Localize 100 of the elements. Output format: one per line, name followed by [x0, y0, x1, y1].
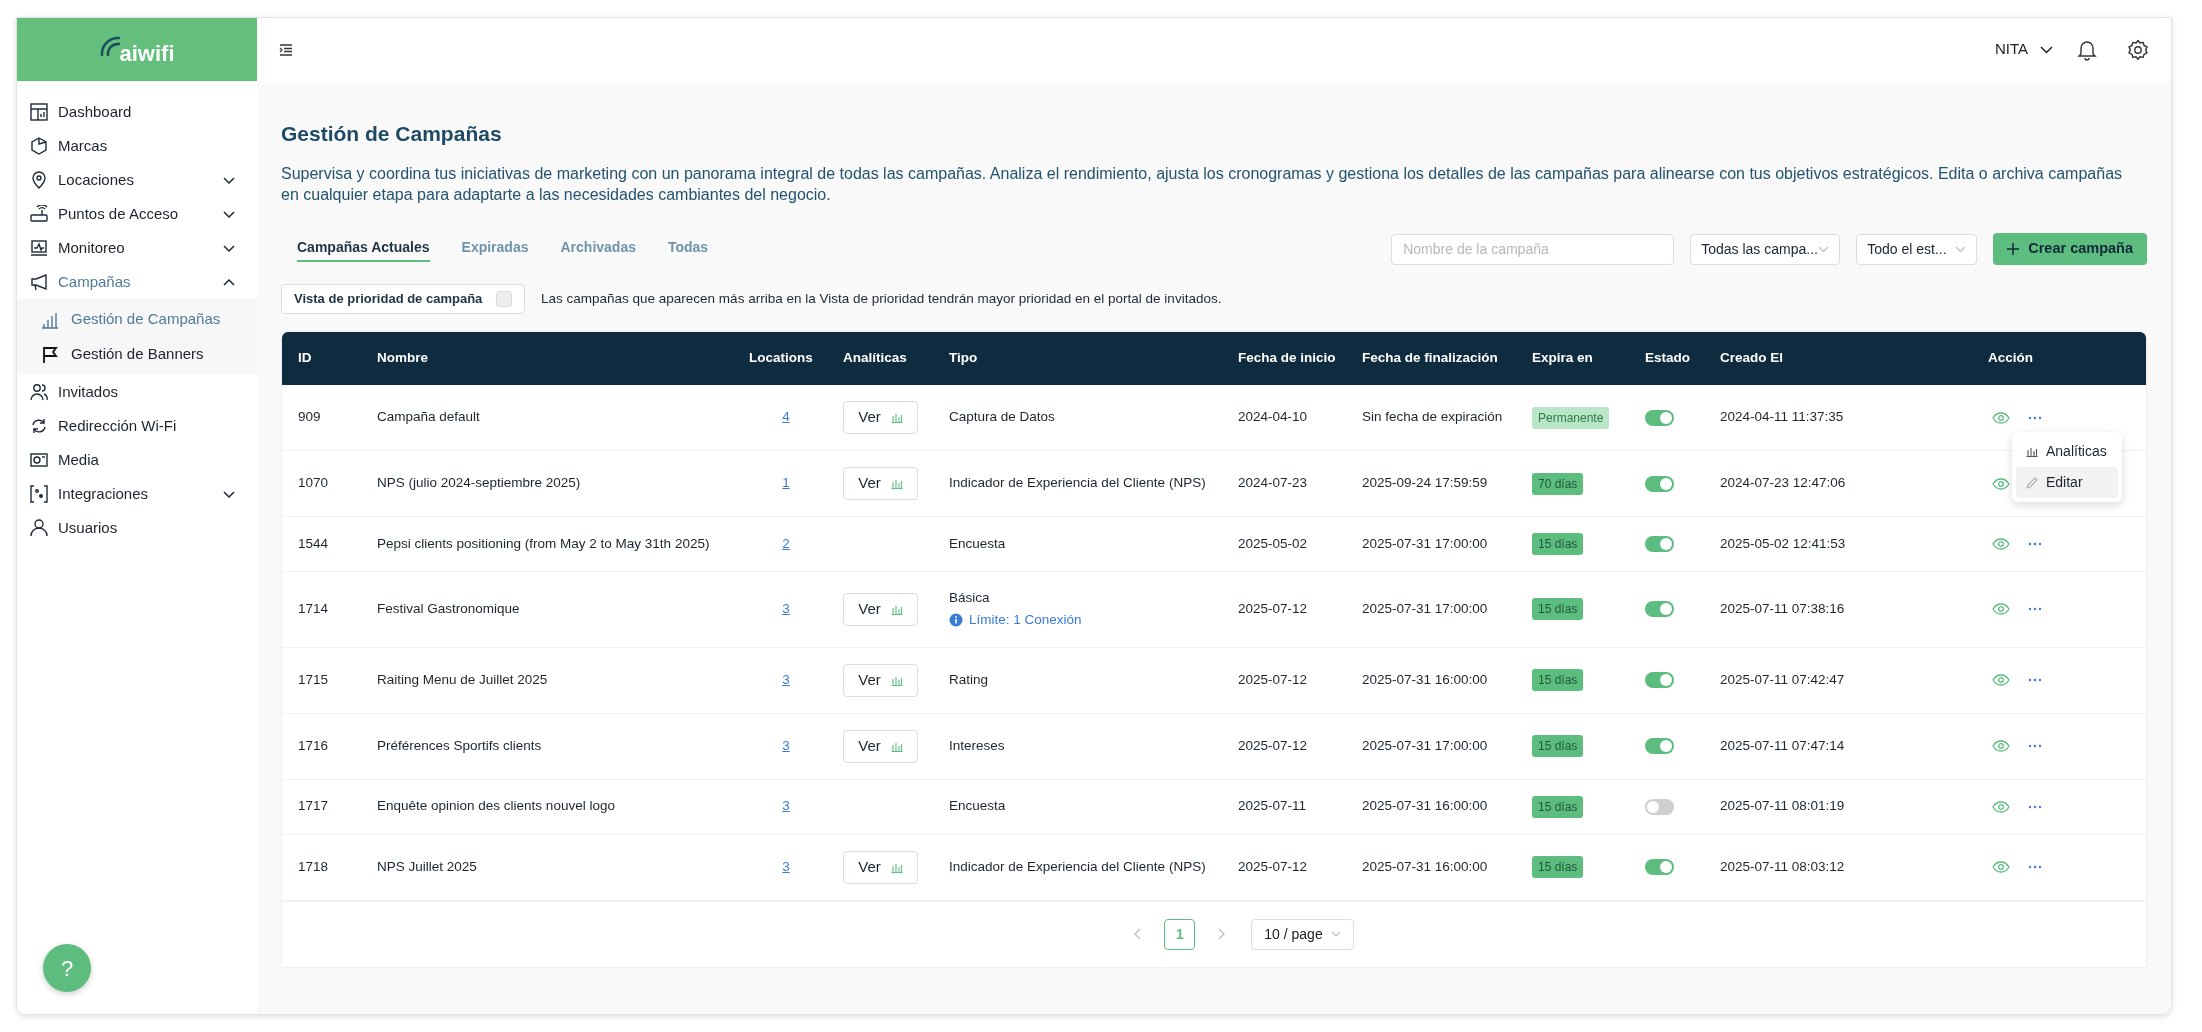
- eye-icon[interactable]: [1992, 477, 2010, 490]
- tab[interactable]: Campañas Actuales: [297, 236, 430, 262]
- column-header: Creado El: [1704, 332, 1922, 385]
- grid-icon: [30, 103, 48, 121]
- expiry-badge: 15 días: [1532, 795, 1584, 818]
- plus-icon: [2007, 243, 2020, 255]
- status-toggle[interactable]: [1645, 798, 1674, 815]
- expiry-badge: Permanente: [1532, 406, 1610, 429]
- create-campaign-button[interactable]: Crear campaña: [1993, 233, 2147, 265]
- chevron-right-icon[interactable]: [1217, 928, 1226, 940]
- bar-chart-icon: [890, 478, 903, 489]
- monitor-icon: [30, 239, 48, 257]
- status-toggle[interactable]: [1645, 601, 1674, 618]
- table-cell: 2025-09-24 17:59:59: [1362, 475, 1488, 491]
- more-icon[interactable]: [2028, 607, 2042, 612]
- flag-icon: [41, 345, 59, 364]
- status-toggle[interactable]: [1645, 672, 1674, 688]
- locations-link[interactable]: 3: [782, 601, 790, 617]
- sidebar-item[interactable]: Puntos de Acceso: [17, 197, 257, 231]
- sidebar-item[interactable]: Locaciones: [17, 163, 257, 197]
- settings-icon[interactable]: [2127, 38, 2149, 61]
- eye-icon[interactable]: [1992, 740, 2010, 752]
- expiry-badge: 15 días: [1532, 669, 1584, 691]
- table-cell: 2025-07-12: [1238, 671, 1308, 687]
- bar-chart-icon: [890, 740, 903, 752]
- table-cell: 2025-07-12: [1238, 737, 1308, 753]
- status-toggle[interactable]: [1645, 475, 1674, 492]
- view-analytics-button[interactable]: Ver: [843, 401, 918, 434]
- chevron-up-icon: [223, 278, 235, 286]
- priority-view-toggle[interactable]: Vista de prioridad de campaña: [281, 284, 525, 314]
- sidebar-subitem[interactable]: Gestión de Banners: [17, 337, 257, 372]
- locations-link[interactable]: 2: [782, 535, 790, 551]
- bar-chart-icon: [41, 310, 59, 329]
- table-cell: Sin fecha de expiración: [1362, 409, 1503, 425]
- menu-item[interactable]: Analíticas: [2016, 436, 2118, 467]
- more-icon[interactable]: [2028, 542, 2042, 546]
- table-cell: 2025-07-12: [1238, 858, 1308, 874]
- view-analytics-button[interactable]: Ver: [843, 850, 918, 884]
- status-toggle[interactable]: [1645, 536, 1674, 552]
- bar-chart-icon: [890, 861, 903, 873]
- bar-chart-icon: [890, 412, 903, 423]
- table-cell: 1717: [298, 798, 329, 814]
- table-cell: 2025-07-11 08:03:12: [1720, 858, 1845, 874]
- locations-link[interactable]: 4: [782, 409, 790, 425]
- eye-icon[interactable]: [1992, 538, 2010, 550]
- search-field[interactable]: Nombre de la campaña: [1391, 233, 1675, 265]
- filter-select[interactable]: Todas las campa...: [1690, 233, 1841, 265]
- sidebar-subitem[interactable]: Gestión de Campañas: [17, 302, 257, 337]
- locations-link[interactable]: 3: [782, 671, 790, 687]
- expiry-badge: 15 días: [1532, 533, 1584, 555]
- menu-item[interactable]: Editar: [2016, 467, 2118, 498]
- chevron-down-icon: [1955, 245, 1967, 253]
- table-cell: 1714: [298, 601, 329, 617]
- eye-icon[interactable]: [1992, 603, 2010, 616]
- locations-link[interactable]: 3: [782, 737, 790, 753]
- bell-icon[interactable]: [2077, 38, 2097, 61]
- limit-note: Límite: 1 Conexión: [969, 611, 1082, 630]
- view-analytics-button[interactable]: Ver: [843, 729, 918, 763]
- locations-link[interactable]: 3: [782, 798, 790, 814]
- hexagon-icon: [30, 137, 48, 155]
- eye-icon[interactable]: [1992, 800, 2010, 813]
- menu-icon[interactable]: [279, 43, 293, 56]
- more-icon[interactable]: [2028, 865, 2042, 869]
- sidebar-item[interactable]: Usuarios: [17, 511, 257, 545]
- table-cell: 2025-07-11 08:01:19: [1720, 798, 1845, 814]
- locations-link[interactable]: 3: [782, 858, 790, 874]
- view-analytics-button[interactable]: Ver: [843, 467, 918, 500]
- sidebar-item[interactable]: Campañas: [17, 265, 257, 299]
- checkbox[interactable]: [496, 291, 512, 307]
- eye-icon[interactable]: [1992, 861, 2010, 873]
- table-cell: 2025-07-11 07:42:47: [1720, 671, 1845, 687]
- more-icon[interactable]: [2028, 804, 2042, 809]
- column-header: Expira en: [1516, 332, 1629, 385]
- user-menu[interactable]: NITA: [1994, 38, 2053, 61]
- sidebar-item[interactable]: Monitoreo: [17, 231, 257, 265]
- chevron-down-icon: [2040, 45, 2053, 54]
- more-icon[interactable]: [2028, 678, 2042, 682]
- table-cell: NPS (julio 2024-septiembre 2025): [377, 475, 581, 491]
- sidebar-item[interactable]: Marcas: [17, 129, 257, 163]
- page-size-select[interactable]: 10 / page: [1251, 918, 1354, 950]
- view-analytics-button[interactable]: Ver: [843, 592, 918, 626]
- status-toggle[interactable]: [1645, 409, 1674, 426]
- pin-icon: [30, 171, 48, 189]
- sidebar-item[interactable]: Dashboard: [17, 95, 257, 129]
- sidebar-item[interactable]: Media: [17, 443, 257, 477]
- sidebar-item[interactable]: Redirección Wi-Fi: [17, 409, 257, 443]
- eye-icon[interactable]: [1992, 411, 2010, 424]
- more-icon[interactable]: [2028, 744, 2042, 748]
- status-toggle[interactable]: [1645, 738, 1674, 754]
- table-cell: 2025-07-31 17:00:00: [1362, 535, 1488, 551]
- sidebar-item[interactable]: Invitados: [17, 375, 257, 409]
- status-toggle[interactable]: [1645, 859, 1674, 875]
- filter-select[interactable]: Todo el est...: [1856, 233, 1978, 265]
- view-analytics-button[interactable]: Ver: [843, 663, 918, 697]
- chevron-left-icon[interactable]: [1134, 928, 1143, 940]
- eye-icon[interactable]: [1992, 674, 2010, 686]
- column-header: Estado: [1629, 332, 1704, 385]
- locations-link[interactable]: 1: [782, 475, 790, 491]
- more-icon[interactable]: [2028, 415, 2042, 420]
- sidebar-item[interactable]: Integraciones: [17, 477, 257, 511]
